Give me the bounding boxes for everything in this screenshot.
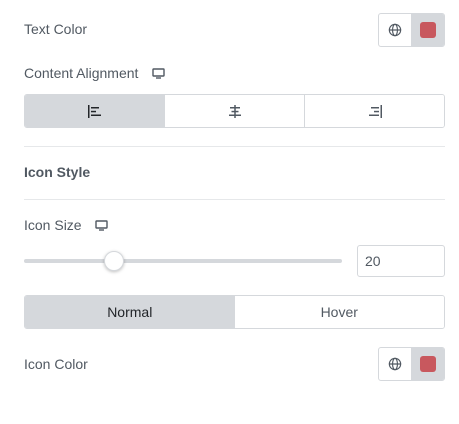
icon-size-slider-track[interactable]	[24, 251, 342, 271]
text-color-label: Text Color	[24, 21, 88, 37]
globe-icon	[388, 357, 402, 371]
text-color-global-button[interactable]	[379, 14, 412, 46]
align-left-icon	[87, 104, 101, 118]
globe-icon	[388, 23, 402, 37]
desktop-icon[interactable]	[95, 218, 109, 234]
icon-size-slider-handle[interactable]	[104, 251, 125, 271]
align-left-button[interactable]	[25, 95, 165, 127]
icon-size-header: Icon Size	[24, 217, 109, 234]
icon-size-input[interactable]	[357, 245, 445, 277]
content-alignment-group	[24, 94, 445, 128]
align-center-icon	[228, 104, 241, 118]
tab-normal[interactable]: Normal	[25, 296, 235, 328]
text-color-swatch	[420, 22, 436, 38]
icon-color-label: Icon Color	[24, 356, 88, 372]
desktop-icon[interactable]	[152, 66, 165, 82]
section-divider	[24, 199, 445, 200]
section-divider	[24, 146, 445, 147]
icon-color-picker-button[interactable]	[412, 348, 444, 380]
tab-hover[interactable]: Hover	[234, 296, 444, 328]
content-alignment-label: Content Alignment	[24, 65, 139, 81]
content-alignment-header: Content Alignment	[24, 65, 165, 82]
state-tabs: Normal Hover	[24, 295, 445, 329]
align-right-button[interactable]	[305, 95, 444, 127]
icon-style-title: Icon Style	[24, 164, 91, 180]
icon-color-control	[378, 347, 445, 381]
align-center-button[interactable]	[165, 95, 305, 127]
icon-color-swatch	[420, 356, 436, 372]
icon-size-label: Icon Size	[24, 217, 82, 233]
text-color-picker-button[interactable]	[412, 14, 444, 46]
text-color-control	[378, 13, 445, 47]
align-right-icon	[368, 104, 382, 118]
icon-color-global-button[interactable]	[379, 348, 412, 380]
